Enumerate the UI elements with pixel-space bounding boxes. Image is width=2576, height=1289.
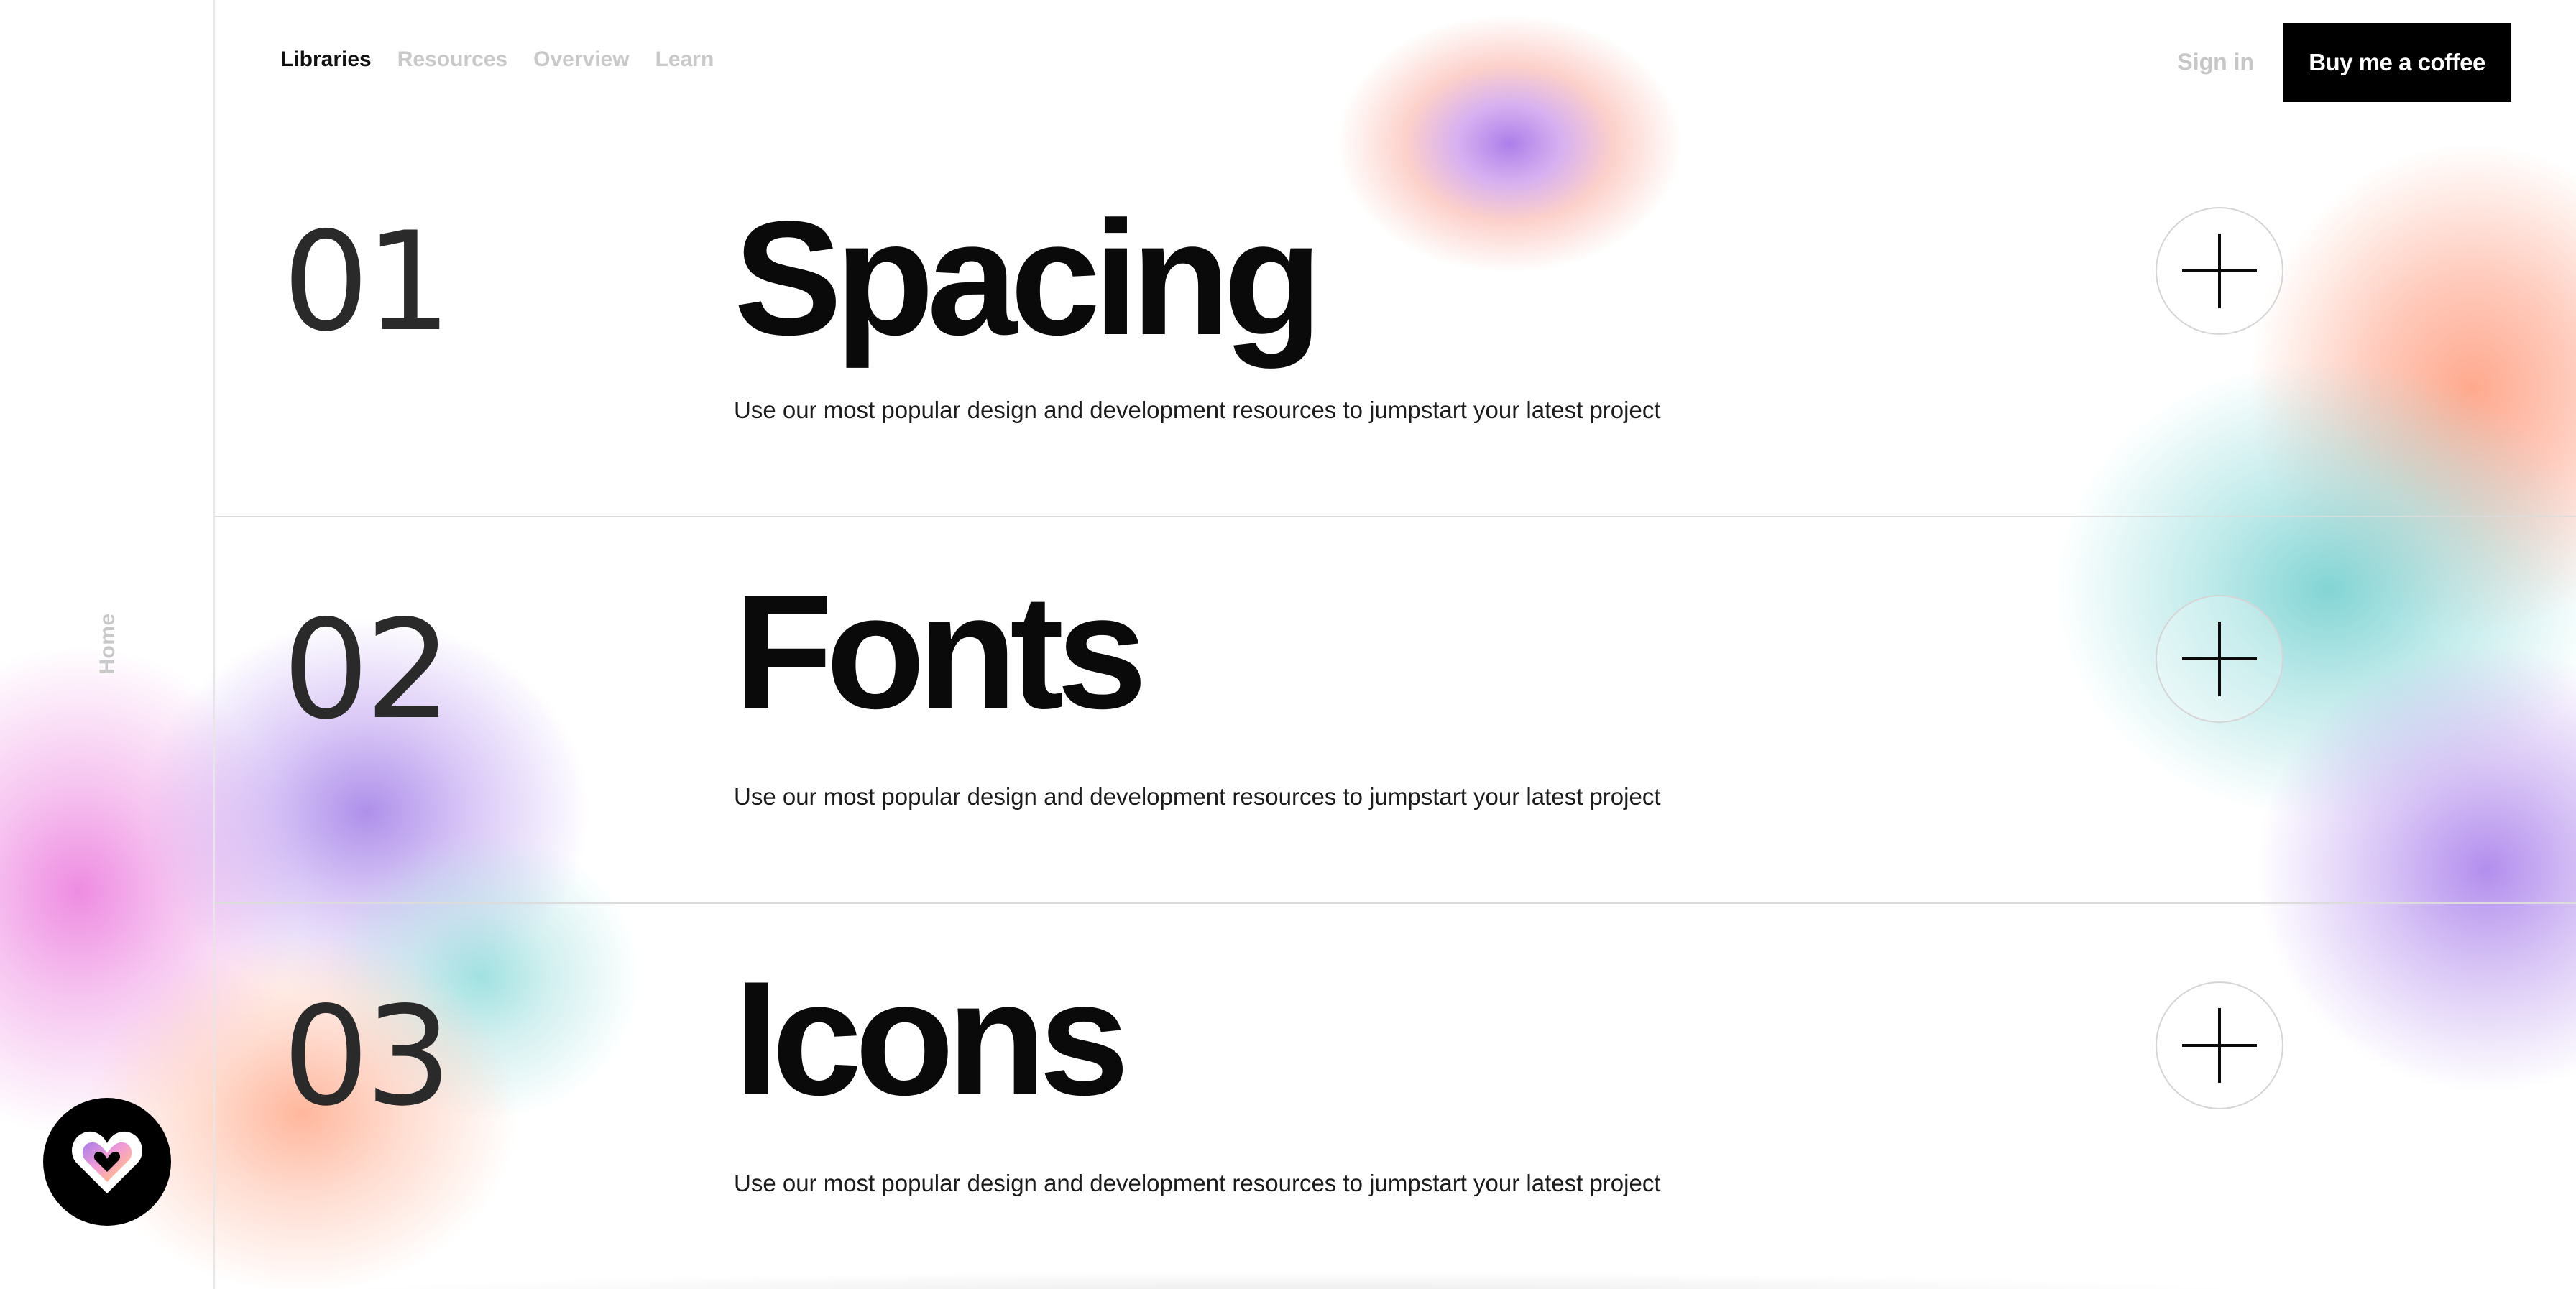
section-title: Fonts [734,560,1147,742]
section-description: Use our most popular design and developm… [734,1170,1661,1196]
page: Home Libraries Resources Overview Learn … [0,0,2576,1289]
nav-learn[interactable]: Learn [656,47,714,72]
plus-icon [2182,622,2257,696]
nav-resources[interactable]: Resources [397,47,507,72]
expand-button[interactable] [2156,981,2283,1109]
expand-button[interactable] [2156,207,2283,335]
home-link[interactable]: Home [96,613,120,674]
expand-button[interactable] [2156,595,2283,723]
heart-logo-icon[interactable] [43,1098,171,1226]
top-nav: Libraries Resources Overview Learn [280,47,714,72]
section-number: 01 [282,203,452,361]
plus-icon [2182,234,2257,308]
nav-overview[interactable]: Overview [533,47,629,72]
section-description: Use our most popular design and developm… [734,397,1661,423]
section-description: Use our most popular design and developm… [734,783,1661,810]
plus-icon [2182,1008,2257,1083]
section-title: Spacing [734,187,1322,369]
nav-libraries[interactable]: Libraries [280,47,372,72]
section-number: 03 [282,977,452,1136]
heart-logo-icon-graphic [72,1131,142,1193]
section-title: Icons [734,947,1129,1129]
section-spacing: 01 Spacing Use our most popular design a… [215,129,2576,516]
section-icons: 03 Icons Use our most popular design and… [215,902,2576,1289]
section-fonts: 02 Fonts Use our most popular design and… [215,516,2576,904]
buy-me-a-coffee-button[interactable]: Buy me a coffee [2283,23,2511,102]
section-number: 02 [282,591,452,749]
sign-in-link[interactable]: Sign in [2177,49,2254,75]
